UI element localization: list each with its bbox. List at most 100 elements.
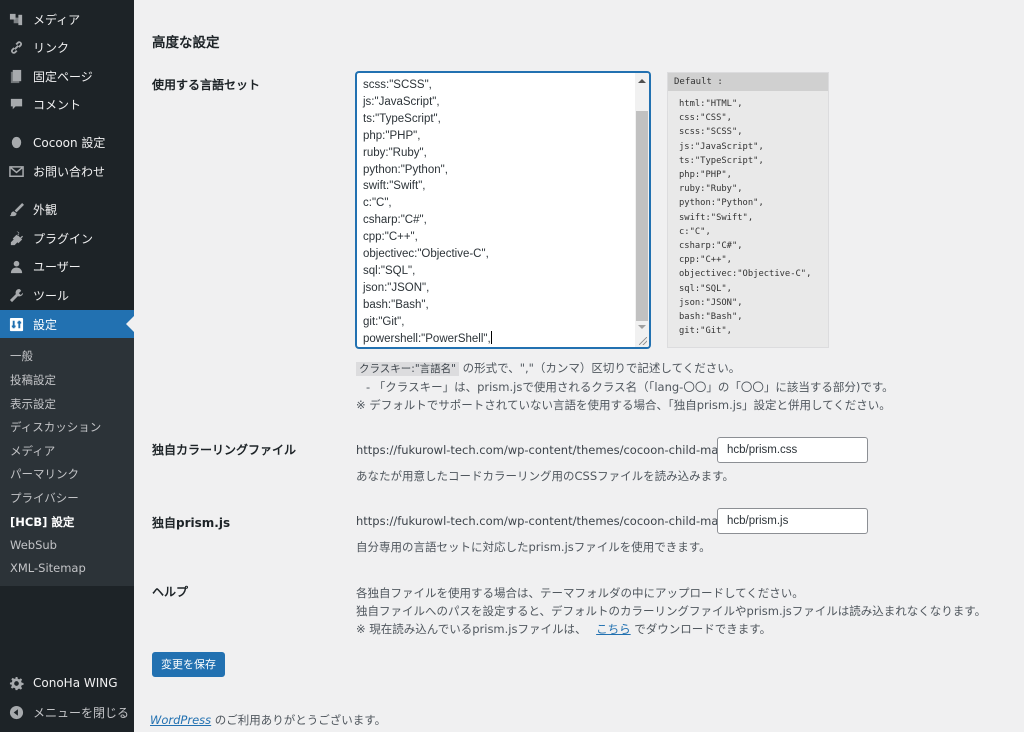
scroll-down-arrow[interactable] [638, 325, 646, 329]
textarea-line: objectivec:"Objective-C", [363, 248, 489, 261]
coloring-path-prefix: https://fukurowl-tech.com/wp-content/the… [356, 443, 745, 457]
prism-js-label: 独自prism.js [152, 516, 231, 530]
format-code-chip: クラスキー:"言語名" [356, 362, 459, 376]
admin-sidebar: メディア リンク 固定ページ コメント Cocoon 設定 お問い合わせ 外観 … [0, 0, 134, 732]
tool-icon [8, 287, 24, 303]
menu-pages[interactable]: 固定ページ [0, 62, 134, 90]
default-code-line: scss:"SCSS", [679, 127, 743, 138]
menu-settings[interactable]: 設定 [0, 310, 134, 338]
default-code: html:"HTML", css:"CSS", scss:"SCSS", js:"Ja… [668, 91, 828, 338]
menu-contact[interactable]: お問い合わせ [0, 157, 134, 185]
coloring-file-label: 独自カラーリングファイル [152, 443, 297, 457]
submenu-xml-sitemap[interactable]: XML-Sitemap [10, 561, 86, 575]
textarea-line: scss:"SCSS", [363, 79, 432, 91]
media-icon [8, 11, 24, 27]
default-code-line: html:"HTML", [679, 99, 743, 109]
scrollbar-thumb[interactable] [636, 111, 648, 321]
textarea-line: powershell:"PowerShell", [363, 330, 492, 345]
submenu-writing[interactable]: 投稿設定 [10, 372, 56, 388]
textarea-line: php:"PHP", [363, 129, 421, 142]
save-changes-button[interactable]: 変更を保存 [152, 652, 225, 677]
submenu-discussion[interactable]: ディスカッション [10, 419, 101, 435]
textarea-scrollbar[interactable] [635, 73, 649, 347]
default-code-line: js:"JavaScript", [679, 141, 764, 152]
page-icon [8, 68, 24, 84]
menu-users[interactable]: ユーザー [0, 252, 134, 280]
menu-links[interactable]: リンク [0, 33, 134, 61]
default-code-line: c:"C", [679, 226, 711, 237]
submenu-general[interactable]: 一般 [10, 348, 33, 364]
textarea-line: js:"JavaScript", [363, 95, 440, 108]
current-menu-arrow [126, 316, 134, 332]
settings-icon [8, 316, 24, 332]
submenu-permalinks[interactable]: パーマリンク [10, 466, 79, 482]
coloring-file-desc: あなたが用意したコードカラーリング用のCSSファイルを読み込みます。 [356, 469, 734, 483]
submenu-websub[interactable]: WebSub [10, 538, 57, 552]
plugin-icon [8, 230, 24, 246]
textarea-line: ruby:"Ruby", [363, 146, 427, 159]
main-content: 高度な設定 使用する言語セット scss:"SCSS", js:"JavaScri… [134, 0, 1024, 732]
textarea-line: bash:"Bash", [363, 298, 429, 311]
textarea-line: ts:"TypeScript", [363, 112, 441, 125]
text-caret [490, 330, 492, 344]
default-code-line: git:"Git", [679, 326, 732, 337]
menu-comments[interactable]: コメント [0, 90, 134, 118]
footer-thanks: WordPress のご利用ありがとうございます。 [150, 713, 387, 727]
default-code-line: json:"JSON", [679, 297, 743, 308]
textarea-content: scss:"SCSS", js:"JavaScript", ts:"TypeScri… [363, 77, 492, 347]
menu-plugins[interactable]: プラグイン [0, 224, 134, 252]
prism-path-prefix: https://fukurowl-tech.com/wp-content/the… [356, 514, 745, 528]
section-title: 高度な設定 [152, 35, 220, 51]
menu-tools[interactable]: ツール [0, 281, 134, 309]
menu-media[interactable]: メディア [0, 5, 134, 33]
prism-js-desc: 自分専用の言語セットに対応したprism.jsファイルを使用できます。 [356, 540, 711, 554]
lang-set-note-2: - 「クラスキー」は、prism.jsで使用されるクラス名（「lang-〇〇」の… [366, 380, 894, 394]
wordpress-link[interactable]: WordPress [150, 713, 211, 727]
default-code-line: csharp:"C#", [679, 241, 743, 252]
default-code-line: swift:"Swift", [679, 212, 754, 223]
link-icon [8, 39, 24, 55]
menu-appearance[interactable]: 外観 [0, 195, 134, 223]
lang-set-note-1: クラスキー:"言語名" の形式で、","（カンマ）区切りで記述してください。 [356, 360, 740, 376]
cocoon-icon [8, 134, 24, 150]
collapse-icon [8, 704, 24, 720]
default-code-line: cpp:"C++", [679, 255, 732, 266]
lang-set-textarea[interactable]: scss:"SCSS", js:"JavaScript", ts:"TypeScri… [356, 72, 650, 348]
default-code-line: php:"PHP", [679, 170, 732, 181]
textarea-line: sql:"SQL", [363, 264, 416, 277]
default-code-line: objectivec:"Objective-C", [679, 269, 812, 280]
gear-icon [8, 675, 24, 691]
default-code-line: css:"CSS", [679, 113, 732, 124]
submenu-reading[interactable]: 表示設定 [10, 396, 56, 412]
submenu-hcb-settings[interactable]: [HCB] 設定 [10, 514, 74, 530]
default-code-line: bash:"Bash", [679, 312, 743, 323]
textarea-line: git:"Git", [363, 315, 405, 328]
help-line-3: ※ 現在読み込んでいるprism.jsファイルは、 こちら でダウンロードできま… [356, 622, 772, 636]
menu-cocoon-settings[interactable]: Cocoon 設定 [0, 128, 134, 156]
help-line-2: 独自ファイルへのパスを設定すると、デフォルトのカラーリングファイルやprism.… [356, 604, 987, 618]
submenu-privacy[interactable]: プライバシー [10, 490, 79, 506]
textarea-line: swift:"Swift", [363, 180, 426, 193]
resize-handle[interactable] [639, 337, 647, 345]
submenu-media[interactable]: メディア [10, 443, 55, 459]
coloring-file-input[interactable]: hcb/prism.css [717, 437, 868, 463]
default-header: Default : [668, 73, 828, 91]
settings-submenu: 一般 投稿設定 表示設定 ディスカッション メディア パーマリンク プライバシー… [0, 338, 134, 586]
default-code-line: ruby:"Ruby", [679, 184, 743, 195]
lang-set-note-3: ※ デフォルトでサポートされていない言語を使用する場合、「独自prism.js」… [356, 398, 891, 412]
help-line-1: 各独自ファイルを使用する場合は、テーマフォルダの中にアップロードしてください。 [356, 586, 804, 600]
textarea-line: csharp:"C#", [363, 214, 427, 227]
prism-js-input[interactable]: hcb/prism.js [717, 508, 868, 534]
default-code-line: ts:"TypeScript", [679, 155, 764, 166]
appearance-icon [8, 201, 24, 217]
menu-conoha-wing[interactable]: ConoHa WING [0, 669, 134, 697]
mail-icon [8, 163, 24, 179]
collapse-menu-button[interactable]: メニューを閉じる [0, 698, 134, 726]
download-link[interactable]: こちら [596, 622, 631, 636]
textarea-line: python:"Python", [363, 163, 448, 176]
lang-set-label: 使用する言語セット [152, 78, 261, 92]
help-label: ヘルプ [152, 585, 189, 599]
textarea-line: c:"C", [363, 197, 392, 210]
scroll-up-arrow[interactable] [638, 79, 646, 83]
default-code-line: sql:"SQL", [679, 283, 732, 294]
